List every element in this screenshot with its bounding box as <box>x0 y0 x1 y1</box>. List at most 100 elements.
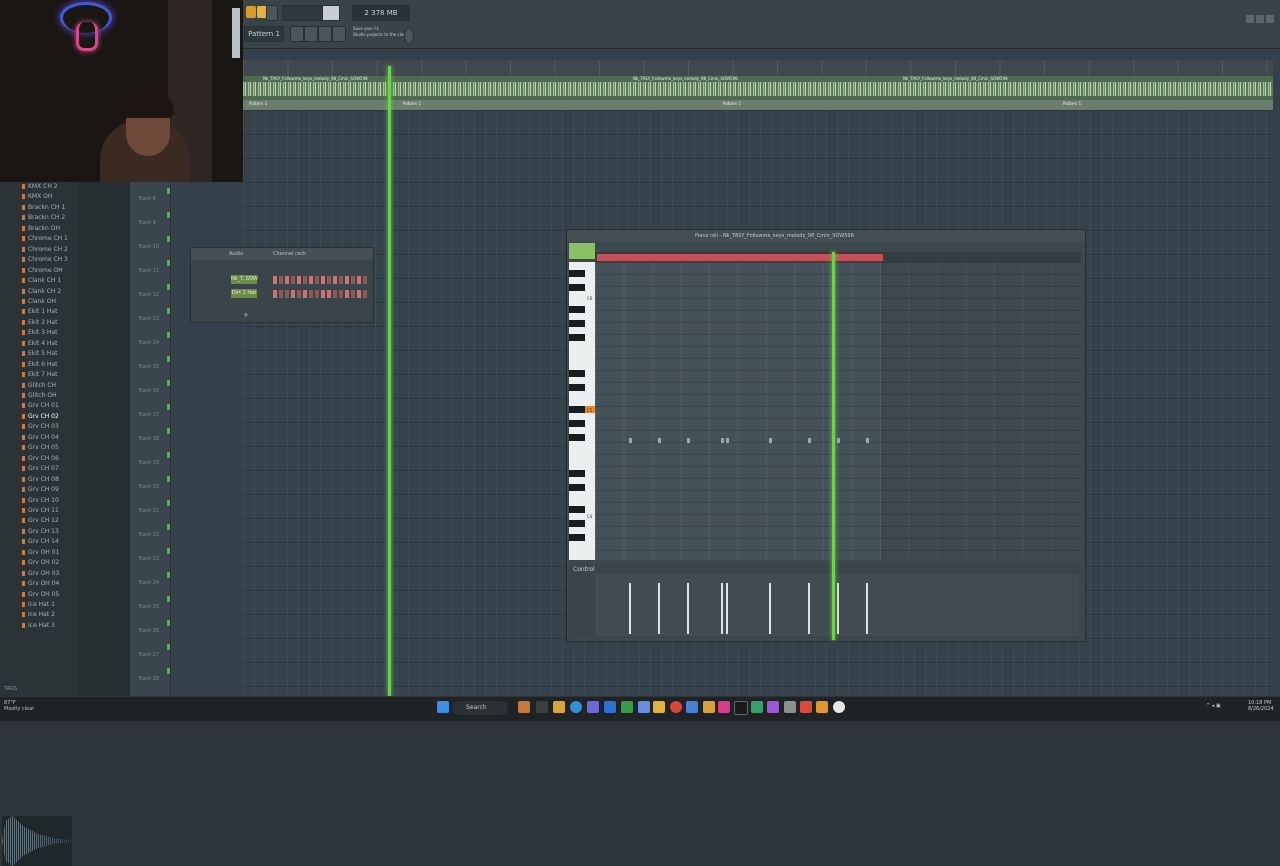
step-button[interactable] <box>309 276 313 284</box>
browser-item[interactable]: Grv CH 11 <box>22 507 59 514</box>
piano-roll-grid[interactable] <box>595 262 1079 560</box>
velocity-bar[interactable] <box>657 583 660 634</box>
excel-icon[interactable] <box>621 701 633 713</box>
channel-filter[interactable]: Audio <box>229 251 243 257</box>
velocity-bar[interactable] <box>628 583 631 634</box>
playlist-playhead[interactable] <box>388 66 391 696</box>
track-mute-led[interactable] <box>167 476 170 482</box>
step-button[interactable] <box>273 276 277 284</box>
step-button[interactable] <box>291 290 295 298</box>
track-mute-led[interactable] <box>167 524 170 530</box>
piano-roll-window[interactable]: Piano roll - Nk_TASY_Followme_keys_melod… <box>566 229 1086 642</box>
channel-name[interactable]: Dirt 2 Hat <box>231 289 257 298</box>
step-button[interactable] <box>351 290 355 298</box>
black-key[interactable] <box>569 320 585 327</box>
track-mute-led[interactable] <box>167 572 170 578</box>
browser-item[interactable]: Ekit 2 Hat <box>22 319 57 326</box>
browser-item[interactable]: Grv CH 13 <box>22 528 59 535</box>
track-label[interactable]: Track 16 <box>138 388 159 394</box>
velocity-bar[interactable] <box>686 583 689 634</box>
track-mute-led[interactable] <box>167 428 170 434</box>
browser-item[interactable]: Grv CH 05 <box>22 444 59 451</box>
black-key[interactable] <box>569 534 585 541</box>
step-button[interactable] <box>285 290 289 298</box>
browser-item[interactable]: Ice Hat 2 <box>22 611 55 618</box>
playlist-timeline[interactable] <box>243 60 1273 77</box>
step-button[interactable] <box>315 290 319 298</box>
track-mute-led[interactable] <box>167 500 170 506</box>
start-icon[interactable] <box>437 701 449 713</box>
event-editor[interactable]: Control <box>569 564 1081 638</box>
loop-region[interactable] <box>597 254 883 261</box>
browser-item[interactable]: Grv CH 03 <box>22 423 59 430</box>
step-button[interactable] <box>303 290 307 298</box>
black-key[interactable] <box>569 484 585 491</box>
app-icon[interactable] <box>638 701 650 713</box>
browser-item[interactable]: Grv CH 06 <box>22 455 59 462</box>
track-label[interactable]: Track 15 <box>138 364 159 370</box>
note[interactable] <box>837 438 840 443</box>
track-label[interactable]: Track 23 <box>138 556 159 562</box>
browser-item[interactable]: Grv CH 14 <box>22 538 59 545</box>
track-mute-led[interactable] <box>167 668 170 674</box>
control-label[interactable]: Control <box>573 566 595 573</box>
folder-icon[interactable] <box>553 701 565 713</box>
step-button[interactable] <box>321 276 325 284</box>
browser-item[interactable]: Glitch OH <box>22 392 57 399</box>
instagram-icon[interactable] <box>718 701 730 713</box>
track-label[interactable]: Track 19 <box>138 460 159 466</box>
browser-item[interactable]: Clank CH 1 <box>22 277 61 284</box>
note[interactable] <box>807 438 811 443</box>
audio-clip-lane[interactable]: Nk_TASY_Followme_keys_melody_98_Cmin_SOW… <box>243 76 1273 100</box>
black-key[interactable] <box>569 506 585 513</box>
browser-item[interactable]: Ekit 4 Hat <box>22 340 57 347</box>
black-key[interactable] <box>569 406 585 413</box>
step-button[interactable] <box>339 276 343 284</box>
track-mute-led[interactable] <box>167 356 170 362</box>
channel-rack-titlebar[interactable]: Audio Channel rack <box>191 248 373 260</box>
step-button[interactable] <box>357 276 361 284</box>
velocity-bar[interactable] <box>720 583 723 634</box>
browser-item[interactable]: Grv CH 10 <box>22 497 59 504</box>
black-key[interactable] <box>569 270 585 277</box>
track-mute-led[interactable] <box>167 212 170 218</box>
browser-item[interactable]: Grv CH 08 <box>22 476 59 483</box>
track-label[interactable]: Track 11 <box>138 268 159 274</box>
browser-item[interactable]: Chrome CH 3 <box>22 256 68 263</box>
track-label[interactable]: Track 17 <box>138 412 159 418</box>
black-key[interactable] <box>569 334 585 341</box>
step-button[interactable] <box>303 276 307 284</box>
news-hint[interactable]: Save your FL Studio projects to the clou… <box>353 26 408 38</box>
piano-roll-titlebar[interactable]: Piano roll - Nk_TASY_Followme_keys_melod… <box>567 230 1085 242</box>
channel-row[interactable]: Nk_T..SOW <box>197 275 367 285</box>
track-label[interactable]: Track 10 <box>138 244 159 250</box>
track-label[interactable]: Track 25 <box>138 604 159 610</box>
step-button[interactable] <box>327 276 331 284</box>
piano-keys[interactable]: C6 C5 C4 <box>569 262 595 560</box>
track-mute-led[interactable] <box>167 644 170 650</box>
track-mute-led[interactable] <box>167 452 170 458</box>
edge-icon[interactable] <box>570 701 582 713</box>
note[interactable] <box>769 438 773 443</box>
snap-button[interactable] <box>290 26 304 42</box>
app-icon[interactable] <box>518 701 530 713</box>
tags-label[interactable]: TAGS <box>4 686 17 692</box>
step-button[interactable] <box>351 276 355 284</box>
channel-name[interactable]: Nk_T..SOW <box>231 275 258 284</box>
track-mute-led[interactable] <box>167 404 170 410</box>
step-button[interactable] <box>279 276 283 284</box>
browser-item[interactable]: Ekit 5 Hat <box>22 350 57 357</box>
pattern-clip-lane[interactable]: Pattern 1 Pattern 1 Pattern 1 Pattern 1 <box>243 100 1273 110</box>
step-button[interactable] <box>333 276 337 284</box>
browser-item[interactable]: Grv CH 09 <box>22 486 59 493</box>
note[interactable] <box>725 438 729 443</box>
app-icon[interactable] <box>816 701 828 713</box>
browser-item[interactable]: Glitch CH <box>22 382 56 389</box>
step-button[interactable] <box>339 290 343 298</box>
channel-row[interactable]: Dirt 2 Hat <box>197 289 367 299</box>
step-button[interactable] <box>297 276 301 284</box>
velocity-bar[interactable] <box>769 583 772 634</box>
app-icon[interactable] <box>734 701 748 715</box>
track-label[interactable]: Track 20 <box>138 484 159 490</box>
browser-item[interactable]: Grv CH 07 <box>22 465 59 472</box>
